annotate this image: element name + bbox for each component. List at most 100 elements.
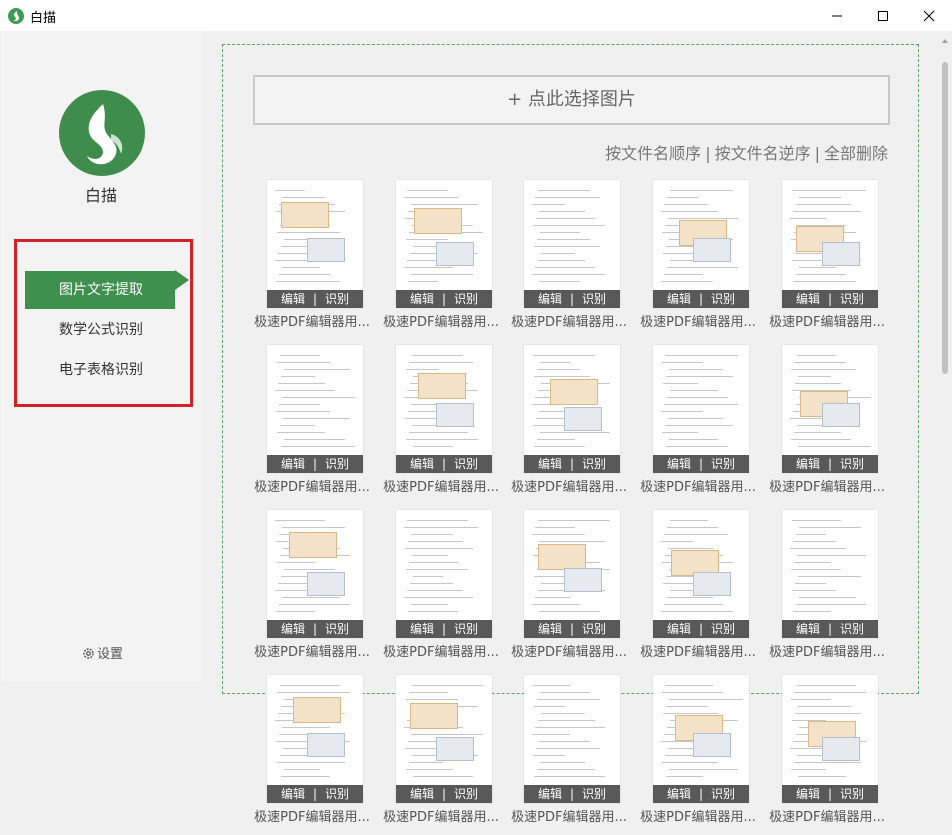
image-card[interactable]: ✕编辑 | 识别极速PDF编辑器用... [767,345,887,505]
image-card[interactable]: ✕编辑 | 识别极速PDF编辑器用... [252,675,372,835]
page-thumbnail[interactable]: ✕ [267,675,363,803]
page-thumbnail[interactable]: ✕ [524,675,620,803]
page-thumbnail[interactable]: ✕ [653,345,749,473]
page-thumbnail[interactable]: ✕ [396,510,492,638]
page-thumbnail[interactable]: ✕ [653,675,749,803]
page-thumbnail[interactable]: ✕ [396,180,492,308]
ocr-button[interactable]: 识别 [325,455,349,473]
page-thumbnail[interactable]: ✕ [653,510,749,638]
page-thumbnail[interactable]: ✕ [267,180,363,308]
ocr-button[interactable]: 识别 [325,290,349,308]
image-card[interactable]: ✕编辑 | 识别极速PDF编辑器用... [509,345,629,505]
edit-button[interactable]: 编辑 [667,620,691,638]
edit-button[interactable]: 编辑 [796,785,820,803]
maximize-button[interactable] [860,0,906,31]
page-thumbnail[interactable]: ✕ [782,180,878,308]
edit-button[interactable]: 编辑 [667,290,691,308]
ocr-button[interactable]: 识别 [582,290,606,308]
ocr-button[interactable]: 识别 [582,620,606,638]
edit-button[interactable]: 编辑 [538,455,562,473]
scroll-thumb[interactable] [942,62,948,374]
ocr-button[interactable]: 识别 [711,290,735,308]
select-image-button[interactable]: + 点此选择图片 [253,75,890,125]
image-card[interactable]: ✕编辑 | 识别极速PDF编辑器用... [638,675,758,835]
edit-button[interactable]: 编辑 [410,785,434,803]
page-thumbnail[interactable]: ✕ [524,345,620,473]
page-thumbnail[interactable]: ✕ [267,510,363,638]
edit-button[interactable]: 编辑 [538,785,562,803]
ocr-button[interactable]: 识别 [582,455,606,473]
scroll-up-icon[interactable] [941,36,949,46]
image-card[interactable]: ✕编辑 | 识别极速PDF编辑器用... [638,180,758,340]
sort-by-name-asc[interactable]: 按文件名顺序 [605,144,701,163]
image-card[interactable]: ✕编辑 | 识别极速PDF编辑器用... [767,180,887,340]
ocr-button[interactable]: 识别 [711,455,735,473]
image-card[interactable]: ✕编辑 | 识别极速PDF编辑器用... [638,510,758,670]
image-card[interactable]: ✕编辑 | 识别极速PDF编辑器用... [509,180,629,340]
image-card[interactable]: ✕编辑 | 识别极速PDF编辑器用... [509,510,629,670]
edit-button[interactable]: 编辑 [796,290,820,308]
action-separator: | [312,292,318,306]
ocr-button[interactable]: 识别 [840,455,864,473]
image-card[interactable]: ✕编辑 | 识别极速PDF编辑器用... [252,180,372,340]
edit-button[interactable]: 编辑 [281,290,305,308]
image-card[interactable]: ✕编辑 | 识别极速PDF编辑器用... [381,510,501,670]
ocr-button[interactable]: 识别 [711,620,735,638]
ocr-button[interactable]: 识别 [840,785,864,803]
scrollbar[interactable] [941,36,949,682]
ocr-button[interactable]: 识别 [325,785,349,803]
ocr-button[interactable]: 识别 [454,455,478,473]
action-separator: | [569,622,575,636]
page-thumbnail[interactable]: ✕ [267,345,363,473]
card-actions: 编辑 | 识别 [782,290,878,308]
image-card[interactable]: ✕编辑 | 识别极速PDF编辑器用... [252,510,372,670]
sort-by-name-desc[interactable]: 按文件名逆序 [715,144,811,163]
ocr-button[interactable]: 识别 [454,290,478,308]
ocr-button[interactable]: 识别 [325,620,349,638]
image-card[interactable]: ✕编辑 | 识别极速PDF编辑器用... [509,675,629,835]
page-thumbnail[interactable]: ✕ [524,180,620,308]
ocr-button[interactable]: 识别 [582,785,606,803]
image-card[interactable]: ✕编辑 | 识别极速PDF编辑器用... [381,180,501,340]
image-card[interactable]: ✕编辑 | 识别极速PDF编辑器用... [638,345,758,505]
page-thumbnail[interactable]: ✕ [396,675,492,803]
title-bar: 白描 [0,0,952,31]
image-card[interactable]: ✕编辑 | 识别极速PDF编辑器用... [767,510,887,670]
ocr-button[interactable]: 识别 [840,620,864,638]
edit-button[interactable]: 编辑 [667,785,691,803]
edit-button[interactable]: 编辑 [410,620,434,638]
ocr-button[interactable]: 识别 [840,290,864,308]
edit-button[interactable]: 编辑 [796,455,820,473]
edit-button[interactable]: 编辑 [410,455,434,473]
page-thumbnail[interactable]: ✕ [653,180,749,308]
app-name: 白描 [84,186,117,205]
image-card[interactable]: ✕编辑 | 识别极速PDF编辑器用... [252,345,372,505]
edit-button[interactable]: 编辑 [281,620,305,638]
image-card[interactable]: ✕编辑 | 识别极速PDF编辑器用... [381,345,501,505]
edit-button[interactable]: 编辑 [538,620,562,638]
ocr-button[interactable]: 识别 [711,785,735,803]
minimize-button[interactable] [814,0,860,31]
page-thumbnail[interactable]: ✕ [782,675,878,803]
edit-button[interactable]: 编辑 [538,290,562,308]
edit-button[interactable]: 编辑 [410,290,434,308]
ocr-button[interactable]: 识别 [454,785,478,803]
image-card[interactable]: ✕编辑 | 识别极速PDF编辑器用... [381,675,501,835]
ocr-button[interactable]: 识别 [454,620,478,638]
page-thumbnail[interactable]: ✕ [524,510,620,638]
edit-button[interactable]: 编辑 [281,455,305,473]
card-actions: 编辑 | 识别 [653,620,749,638]
page-thumbnail[interactable]: ✕ [782,345,878,473]
page-thumbnail[interactable]: ✕ [782,510,878,638]
edit-button[interactable]: 编辑 [796,620,820,638]
page-thumbnail[interactable]: ✕ [396,345,492,473]
close-window-button[interactable] [906,0,952,31]
gear-icon [83,648,94,659]
settings-button[interactable]: 设置 [82,643,123,662]
image-card[interactable]: ✕编辑 | 识别极速PDF编辑器用... [767,675,887,835]
file-name-label: 极速PDF编辑器用... [254,645,370,660]
delete-all-button[interactable]: 全部删除 [824,144,888,163]
edit-button[interactable]: 编辑 [281,785,305,803]
edit-button[interactable]: 编辑 [667,455,691,473]
action-separator: | [827,622,833,636]
